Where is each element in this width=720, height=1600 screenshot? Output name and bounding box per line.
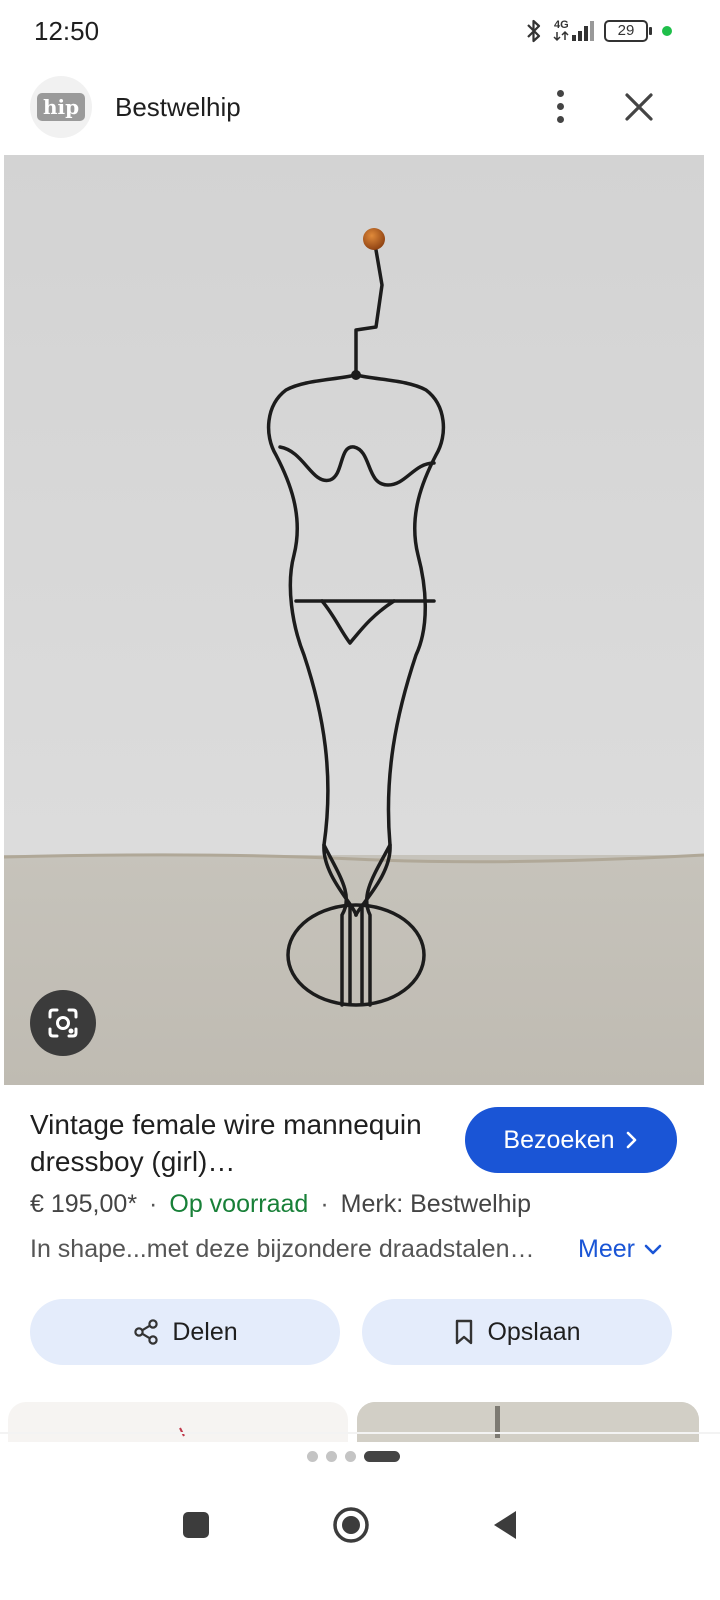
chevron-down-icon	[644, 1244, 662, 1254]
product-meta: € 195,00* · Op voorraad · Merk: Bestwelhip	[30, 1190, 532, 1218]
site-logo-text: hip	[36, 93, 86, 121]
more-vert-icon[interactable]	[538, 84, 582, 128]
mannequin-illustration	[4, 155, 704, 1085]
privacy-indicator-dot	[662, 26, 672, 36]
bookmark-icon	[456, 1319, 473, 1345]
lens-icon[interactable]	[30, 990, 96, 1056]
related-card[interactable]	[357, 1402, 699, 1442]
status-icons: 4G 29	[524, 18, 672, 44]
status-bar: 12:50 4G 29	[0, 0, 720, 64]
network-type: 4G	[554, 19, 569, 31]
product-description: In shape...met deze bijzondere draadstal…	[30, 1235, 535, 1263]
share-button-label: Delen	[172, 1317, 238, 1346]
bluetooth-icon	[527, 19, 541, 43]
page-dot	[326, 1451, 337, 1462]
page-indicator	[307, 1451, 400, 1462]
page-dot-active	[364, 1451, 400, 1462]
product-brand: Merk: Bestwelhip	[340, 1190, 532, 1218]
back-button[interactable]	[490, 1508, 520, 1542]
more-button[interactable]: Meer	[578, 1235, 663, 1264]
page-dot	[345, 1451, 356, 1462]
close-icon[interactable]	[616, 84, 662, 130]
site-name[interactable]: Bestwelhip	[115, 92, 241, 123]
product-image[interactable]	[4, 155, 704, 1085]
site-logo[interactable]: hip	[30, 76, 92, 138]
header: hip Bestwelhip	[0, 70, 720, 146]
stock-status: Op voorraad	[169, 1190, 309, 1218]
share-button[interactable]: Delen	[30, 1299, 340, 1365]
visit-button[interactable]: Bezoeken	[465, 1107, 677, 1173]
visit-button-label: Bezoeken	[503, 1125, 615, 1154]
home-button[interactable]	[332, 1506, 370, 1544]
page-dot	[307, 1451, 318, 1462]
battery-level: 29	[617, 22, 635, 39]
divider	[0, 1432, 720, 1434]
chevron-right-icon	[626, 1131, 636, 1149]
recent-apps-button[interactable]	[183, 1512, 209, 1538]
signal-icon: 4G	[553, 19, 594, 42]
battery-icon: 29	[604, 20, 652, 42]
share-icon	[134, 1319, 159, 1345]
related-card[interactable]	[8, 1402, 348, 1442]
save-button[interactable]: Opslaan	[362, 1299, 672, 1365]
more-button-label: Meer	[578, 1235, 635, 1263]
status-time: 12:50	[34, 16, 100, 46]
save-button-label: Opslaan	[487, 1317, 581, 1346]
product-title[interactable]: Vintage female wire mannequin dressboy (…	[30, 1106, 450, 1180]
product-price: € 195,00*	[30, 1190, 138, 1218]
